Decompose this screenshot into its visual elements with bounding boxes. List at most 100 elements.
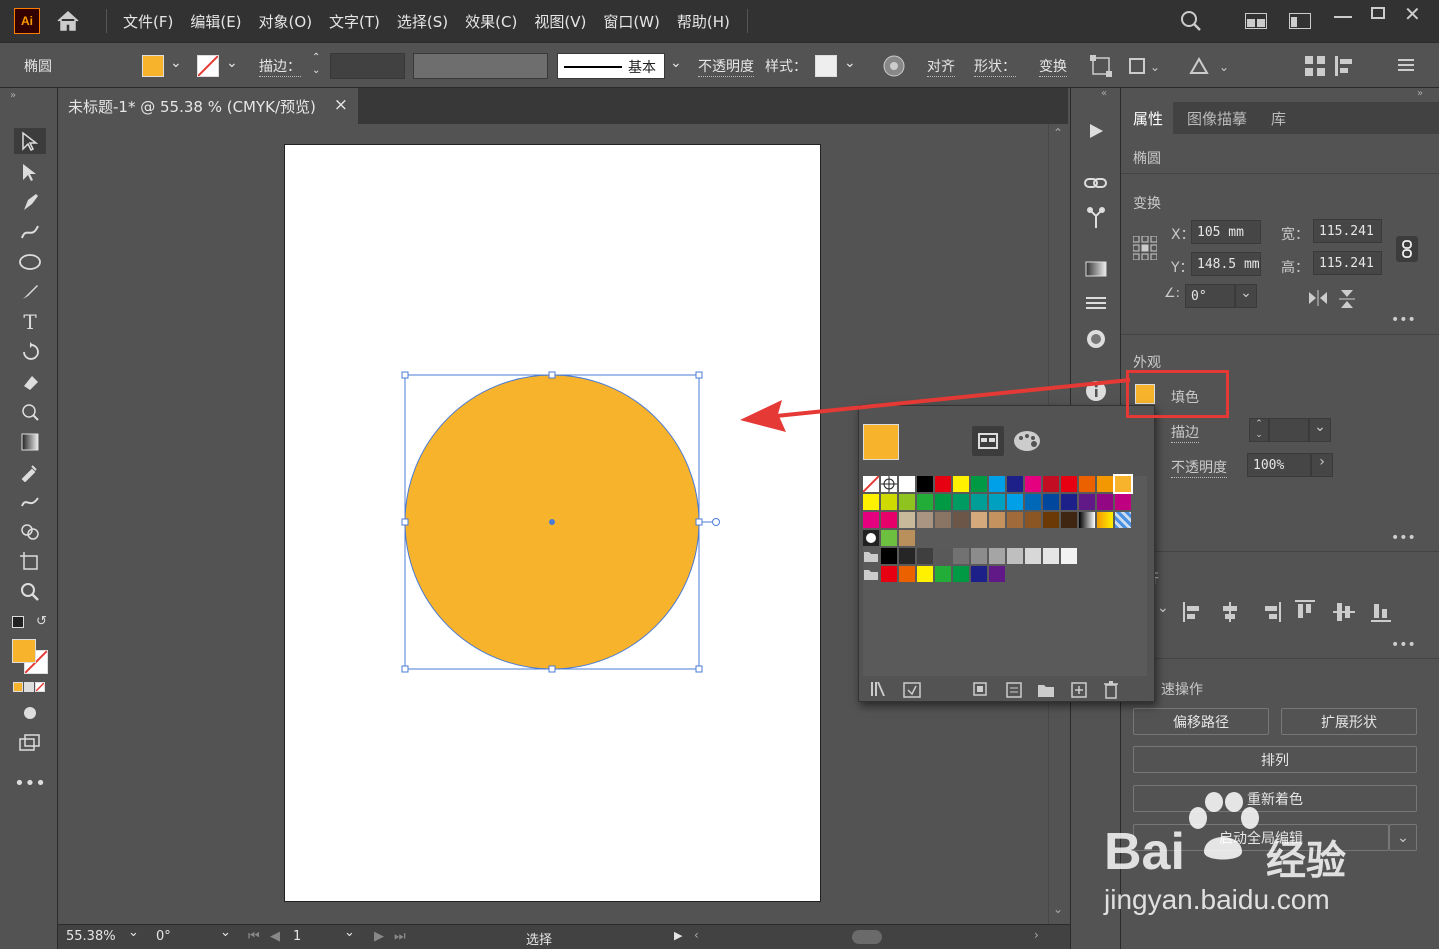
- ellipse-tool-icon[interactable]: [14, 249, 46, 275]
- height-input[interactable]: 115.241: [1313, 251, 1382, 275]
- distribute-icon[interactable]: [1305, 56, 1325, 76]
- menu-window[interactable]: 窗口(W): [603, 11, 660, 32]
- appearance-panel-icon[interactable]: [1083, 326, 1109, 352]
- menu-effect[interactable]: 效果(C): [465, 11, 517, 32]
- brush-definition[interactable]: 基本: [557, 53, 665, 79]
- menu-select[interactable]: 选择(S): [397, 11, 448, 32]
- stroke-label[interactable]: 描边：: [259, 56, 301, 77]
- delete-swatch-icon[interactable]: [1103, 681, 1119, 699]
- artboard-number[interactable]: 1: [293, 929, 301, 944]
- horizontal-scrollbar[interactable]: ‹ ›: [694, 928, 1046, 946]
- edit-toolbar-icon[interactable]: •••: [14, 770, 46, 796]
- show-swatch-kinds-icon[interactable]: [903, 682, 921, 698]
- symbols-icon[interactable]: [1083, 204, 1109, 230]
- flip-horizontal-icon[interactable]: [1309, 290, 1327, 306]
- constrain-proportions-icon[interactable]: [1396, 236, 1418, 262]
- artboard-tool-icon[interactable]: [14, 549, 46, 575]
- minimize-icon[interactable]: [1334, 6, 1352, 18]
- more-appearance-options[interactable]: •••: [1391, 530, 1416, 546]
- swap-colors-icon[interactable]: ↺: [36, 614, 47, 629]
- menu-edit[interactable]: 编辑(E): [190, 11, 241, 32]
- zoom-level[interactable]: 55.38%: [66, 929, 116, 944]
- arrange-button[interactable]: 排列: [1133, 746, 1417, 773]
- appearance-stroke-dropdown[interactable]: ⌄: [1309, 418, 1331, 442]
- menu-view[interactable]: 视图(V): [534, 11, 586, 32]
- expand-shape-button[interactable]: 扩展形状: [1281, 708, 1417, 735]
- home-icon[interactable]: [56, 10, 80, 32]
- x-input[interactable]: 105 mm: [1191, 220, 1261, 244]
- screen-mode-icon[interactable]: [14, 730, 46, 756]
- swatch-options-icon[interactable]: [973, 682, 991, 698]
- fill-color-swatch[interactable]: [12, 639, 36, 663]
- rotate-tool-icon[interactable]: [14, 339, 46, 365]
- next-artboard-icon[interactable]: ▶: [374, 929, 384, 944]
- close-tab-icon[interactable]: ×: [334, 95, 348, 115]
- maximize-icon[interactable]: [1371, 7, 1385, 19]
- style-dropdown-icon[interactable]: ⌄: [844, 55, 856, 71]
- curvature-tool-icon[interactable]: [14, 219, 46, 245]
- artboard-dropdown-icon[interactable]: ⌄: [344, 925, 355, 940]
- zoom-dropdown-icon[interactable]: ⌄: [128, 925, 139, 940]
- selection-tool-icon[interactable]: [14, 128, 46, 154]
- gradient-panel-icon[interactable]: [1083, 256, 1109, 282]
- stroke-swatch[interactable]: [197, 55, 219, 77]
- menu-help[interactable]: 帮助(H): [677, 11, 730, 32]
- appearance-stroke-stepper[interactable]: ⌃ ⌄: [1249, 418, 1269, 442]
- default-colors-icon[interactable]: [12, 616, 24, 628]
- blend-tool-icon[interactable]: [14, 489, 46, 515]
- tab-image-trace[interactable]: 图像描摹: [1187, 108, 1247, 129]
- links-icon[interactable]: [1083, 170, 1109, 196]
- opacity-label[interactable]: 不透明度: [698, 56, 754, 77]
- transform-bounds-icon[interactable]: [1090, 55, 1112, 77]
- offset-path-button[interactable]: 偏移路径: [1133, 708, 1269, 735]
- y-input[interactable]: 148.5 mm: [1191, 252, 1261, 276]
- panel-menu-icon[interactable]: [1398, 57, 1414, 73]
- direct-selection-tool-icon[interactable]: [14, 159, 46, 185]
- stroke-dropdown-icon[interactable]: ⌄: [226, 55, 238, 71]
- new-swatch-icon[interactable]: [1071, 682, 1087, 698]
- stroke-panel-icon[interactable]: [1083, 290, 1109, 316]
- recolor-artwork-icon[interactable]: [883, 55, 905, 77]
- search-icon[interactable]: [1180, 10, 1202, 32]
- transform-label[interactable]: 变换: [1039, 56, 1067, 77]
- menu-file[interactable]: 文件(F): [123, 11, 173, 32]
- rotate-angle-input[interactable]: 0°: [1185, 284, 1235, 308]
- more-align-options[interactable]: •••: [1391, 637, 1416, 653]
- opacity-input[interactable]: 100%: [1247, 453, 1311, 477]
- tab-libraries[interactable]: 库: [1271, 108, 1286, 129]
- arrange-documents-icon[interactable]: [1245, 13, 1267, 29]
- close-icon[interactable]: ✕: [1404, 2, 1421, 26]
- align-buttons[interactable]: [1183, 600, 1423, 624]
- last-artboard-icon[interactable]: ⏭: [394, 929, 406, 944]
- menu-type[interactable]: 文字(T): [329, 11, 380, 32]
- stroke-label[interactable]: 描边: [1171, 422, 1199, 443]
- ellipse-selection[interactable]: [398, 368, 728, 678]
- opacity-label[interactable]: 不透明度: [1171, 457, 1227, 478]
- workspace-icon[interactable]: [1289, 13, 1311, 29]
- color-mode-buttons[interactable]: [13, 682, 45, 692]
- actions-play-icon[interactable]: [1083, 118, 1109, 144]
- previous-artboard-icon[interactable]: ◀: [270, 929, 280, 944]
- eyedropper-tool-icon[interactable]: [14, 459, 46, 485]
- width-tool-icon[interactable]: [14, 399, 46, 425]
- brush-dropdown-icon[interactable]: ⌄: [670, 55, 682, 71]
- eraser-tool-icon[interactable]: [14, 369, 46, 395]
- fill-dropdown-icon[interactable]: ⌄: [170, 55, 182, 71]
- puppet-warp-icon[interactable]: ⌄: [1128, 55, 1162, 77]
- color-group-icon[interactable]: [1006, 682, 1022, 698]
- appearance-stroke-weight[interactable]: [1269, 418, 1309, 442]
- shape-builder-tool-icon[interactable]: [14, 519, 46, 545]
- type-tool-icon[interactable]: T: [14, 309, 46, 335]
- swatch-grid[interactable]: [863, 474, 1147, 676]
- variable-width-profile[interactable]: [413, 53, 548, 79]
- gradient-tool-icon[interactable]: [14, 429, 46, 455]
- swatch-library-menu-icon[interactable]: [871, 682, 891, 696]
- menu-object[interactable]: 对象(O): [259, 11, 313, 32]
- envelope-distort-icon[interactable]: ⌄: [1189, 55, 1233, 77]
- more-transform-options[interactable]: •••: [1391, 312, 1416, 328]
- angle-dropdown-icon[interactable]: ⌄: [1235, 284, 1257, 308]
- opacity-expand-icon[interactable]: ›: [1311, 453, 1333, 477]
- rotation-value[interactable]: 0°: [156, 929, 171, 944]
- pen-tool-icon[interactable]: [14, 189, 46, 215]
- rotation-dropdown-icon[interactable]: ⌄: [220, 925, 231, 940]
